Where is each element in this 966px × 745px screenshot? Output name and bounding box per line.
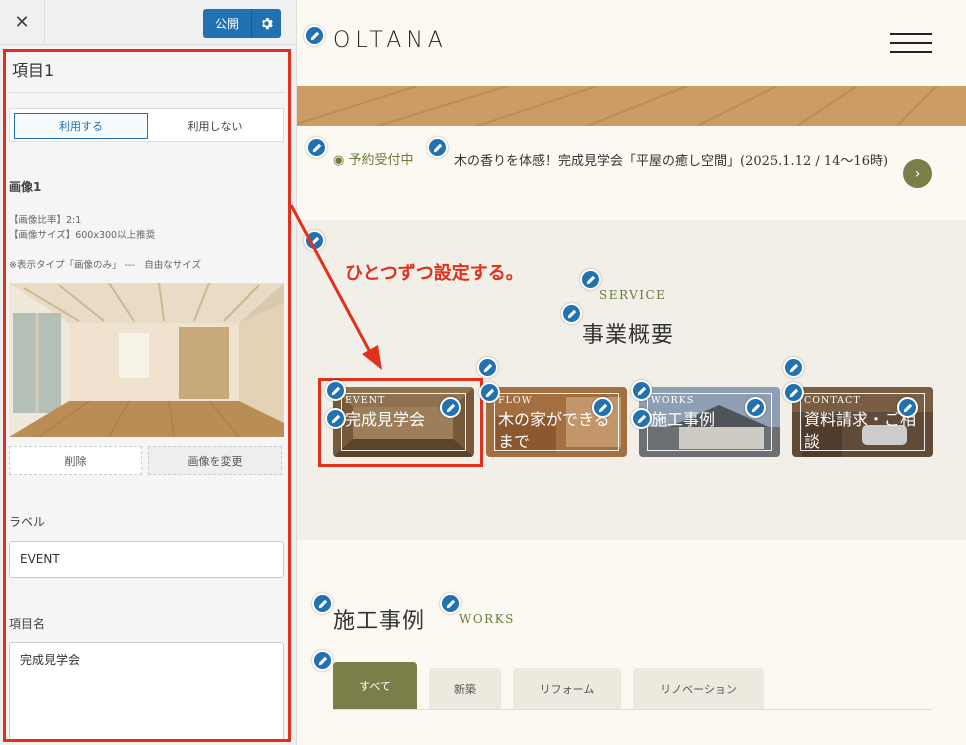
close-icon: ✕ (14, 12, 30, 33)
pencil-icon (637, 386, 646, 395)
pencil-icon (318, 656, 327, 665)
pencil-icon (331, 386, 340, 395)
pencil-icon (433, 143, 442, 152)
image-size-note: 【画像サイズ】600x300以上推奨 (9, 230, 156, 241)
image-preview[interactable] (9, 283, 284, 437)
pencil-icon (903, 403, 912, 412)
chevron-right-icon: › (914, 165, 921, 182)
edit-shortcut-card-2-label[interactable] (479, 382, 500, 403)
card-label: WORKS (651, 395, 695, 406)
card-label: EVENT (345, 395, 386, 406)
publish-button[interactable]: 公開 (203, 9, 251, 38)
card-label: FLOW (498, 395, 533, 406)
news-next-button[interactable]: › (903, 159, 932, 188)
use-toggle-group: 利用する 利用しない (9, 108, 284, 142)
label-heading: ラベル (9, 515, 46, 529)
tab-all[interactable]: すべて (333, 662, 417, 710)
change-image-button[interactable]: 画像を変更 (148, 446, 282, 475)
news-text[interactable]: 木の香りを体感！完成見学会「平屋の癒し空間」(2025.1.12 / 14〜16… (454, 150, 894, 173)
hero-image (297, 85, 966, 127)
edit-shortcut-card-4-label[interactable] (783, 382, 804, 403)
edit-shortcut-service-en[interactable] (580, 269, 601, 290)
edit-shortcut-service-jp[interactable] (561, 303, 582, 324)
display-type-note: ※表示タイプ「画像のみ」 --- 自由なサイズ (9, 260, 201, 271)
edit-shortcut-card-2[interactable] (477, 357, 498, 378)
pencil-icon (446, 403, 455, 412)
customizer-topbar: ✕ 公開 (0, 0, 296, 45)
pencil-icon (483, 363, 492, 372)
edit-shortcut-service[interactable] (304, 230, 325, 251)
edit-shortcut-news-text[interactable] (427, 137, 448, 158)
pencil-icon (446, 599, 455, 608)
tab-renovation[interactable]: リノベーション (633, 668, 764, 710)
item-name-textarea[interactable]: 完成見学会 (9, 642, 284, 742)
edit-shortcut-card-3-name[interactable] (745, 397, 766, 418)
edit-shortcut-card-4[interactable] (783, 357, 804, 378)
use-off-button[interactable]: 利用しない (150, 113, 280, 139)
tab-reform[interactable]: リフォーム (513, 668, 621, 710)
image-heading: 画像1 (9, 180, 42, 194)
edit-shortcut-works-tabs[interactable] (312, 650, 333, 671)
card-label: CONTACT (804, 395, 861, 406)
label-input[interactable]: EVENT (9, 541, 284, 578)
works-heading-jp: 施工事例 (333, 609, 426, 634)
pencil-icon (789, 388, 798, 397)
service-heading-jp: 事業概要 (582, 323, 675, 348)
works-heading-en: WORKS (459, 612, 515, 626)
pencil-icon (567, 309, 576, 318)
pencil-icon (310, 236, 319, 245)
image-ratio-note: 【画像比率】2:1 (9, 215, 82, 226)
service-section: ひとつずつ設定する。 SERVICE 事業概要 EVENT 完成見学会 FLOW… (297, 220, 966, 540)
edit-shortcut-card-1-name[interactable] (440, 397, 461, 418)
gear-icon (262, 18, 273, 30)
pencil-icon (598, 403, 607, 412)
pencil-icon (751, 403, 760, 412)
item-title: 項目1 (12, 61, 55, 80)
menu-icon[interactable] (890, 33, 932, 53)
delete-image-button[interactable]: 削除 (9, 446, 142, 475)
edit-shortcut-works-en[interactable] (440, 593, 461, 614)
pencil-icon (331, 414, 340, 423)
edit-shortcut-card-3-label[interactable] (631, 408, 652, 429)
news-status-label: ◉ 予約受付中 (333, 153, 414, 168)
edit-shortcut-card-1[interactable] (325, 380, 346, 401)
close-button[interactable]: ✕ (0, 0, 45, 45)
use-on-button[interactable]: 利用する (14, 113, 148, 139)
divider (333, 709, 932, 710)
edit-shortcut-news-label[interactable] (306, 137, 327, 158)
edit-shortcut-card-1-label[interactable] (325, 408, 346, 429)
pencil-icon (310, 31, 319, 40)
site-preview: OLTANA ◉ 予約受付中 木の香りを体感！完成見学会「平屋の癒し空間」(20… (297, 0, 966, 745)
pencil-icon (637, 414, 646, 423)
pencil-icon (318, 599, 327, 608)
pencil-icon (312, 143, 321, 152)
pencil-icon (789, 363, 798, 372)
edit-shortcut-card-3[interactable] (631, 380, 652, 401)
edit-shortcut-works[interactable] (312, 593, 333, 614)
pencil-icon (586, 275, 595, 284)
annotation-text: ひとつずつ設定する。 (345, 263, 524, 284)
customizer-panel: ✕ 公開 項目1 利用する 利用しない 画像1 【画像比率】2:1 【画像サイズ… (0, 0, 297, 745)
edit-shortcut-card-4-name[interactable] (897, 397, 918, 418)
pencil-icon (485, 388, 494, 397)
edit-shortcut-logo[interactable] (304, 25, 325, 46)
publish-settings-button[interactable] (251, 9, 281, 38)
edit-shortcut-card-2-name[interactable] (592, 397, 613, 418)
item-name-heading: 項目名 (9, 617, 46, 631)
tab-new-build[interactable]: 新築 (429, 668, 501, 710)
divider (9, 92, 284, 93)
site-logo[interactable]: OLTANA (333, 28, 448, 53)
service-heading-en: SERVICE (599, 288, 667, 302)
